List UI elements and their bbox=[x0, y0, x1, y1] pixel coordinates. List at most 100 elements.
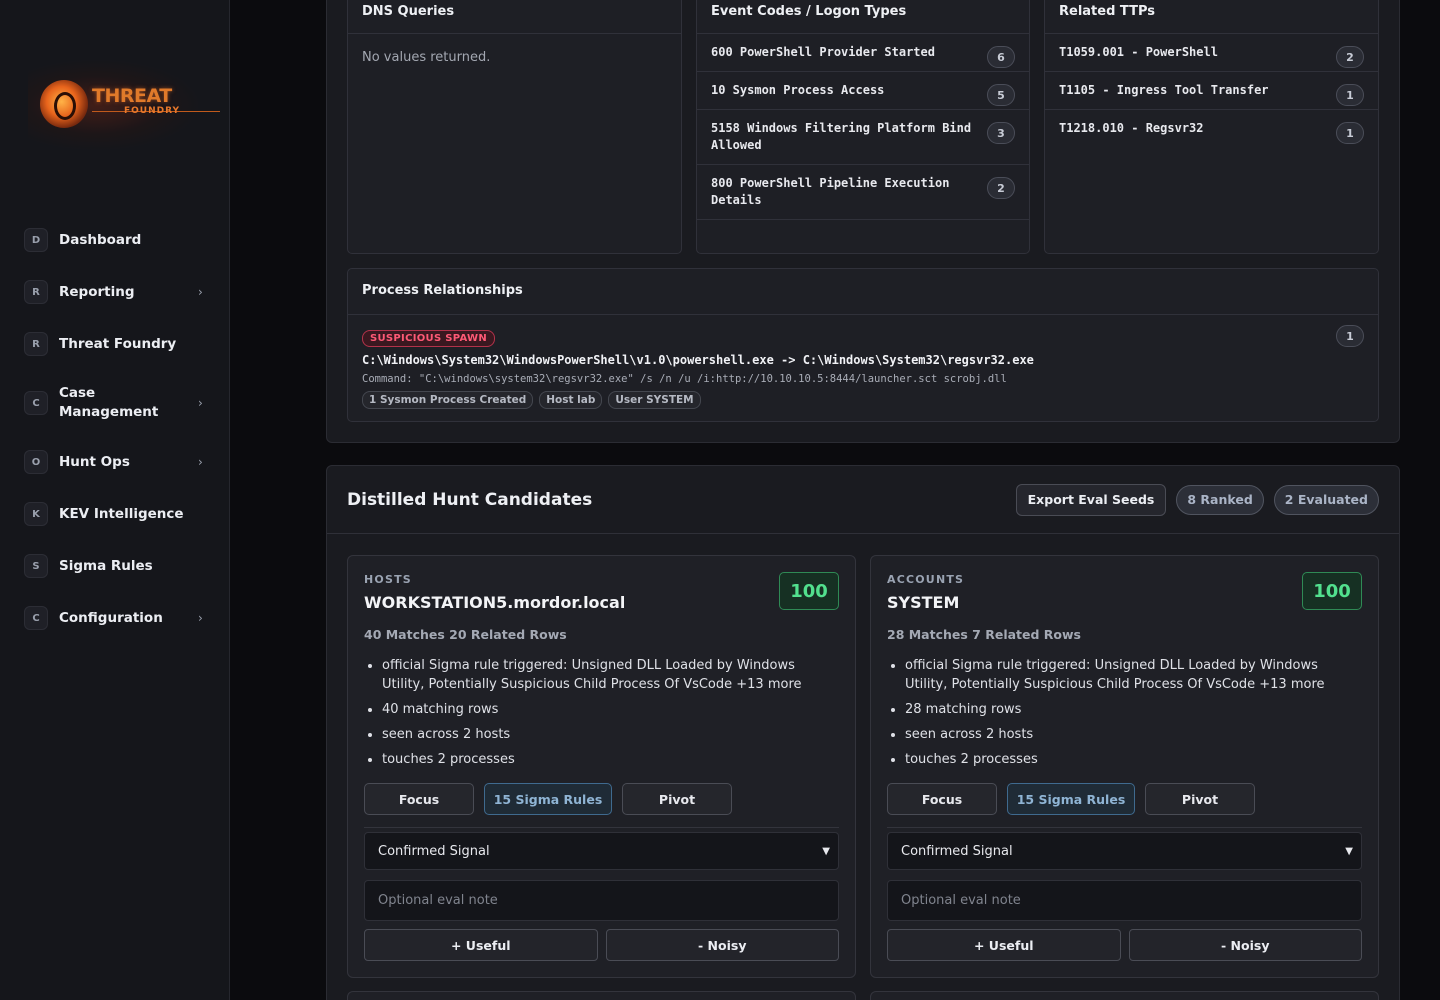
candidate-kind: HOSTS bbox=[364, 573, 412, 586]
divider bbox=[887, 827, 1362, 828]
candidate-meta: 28 Matches 7 Related Rows bbox=[887, 627, 1082, 642]
sidebar-item-label: Dashboard bbox=[59, 231, 142, 248]
select-value: Confirmed Signal bbox=[901, 843, 1013, 859]
flame-icon bbox=[40, 80, 88, 128]
reason-list: official Sigma rule triggered: Unsigned … bbox=[905, 656, 1345, 775]
candidate-kind: ACCOUNTS bbox=[887, 573, 965, 586]
list-item: seen across 2 hosts bbox=[382, 725, 822, 744]
empty-state-text: No values returned. bbox=[362, 50, 491, 65]
list-item: 28 matching rows bbox=[905, 700, 1345, 719]
candidate-meta: 40 Matches 20 Related Rows bbox=[364, 627, 567, 642]
sidebar-item-label: Hunt Ops bbox=[59, 453, 130, 470]
event-code-label: 5158 Windows Filtering Platform Bind All… bbox=[711, 121, 972, 152]
eval-note-input[interactable]: Optional eval note bbox=[887, 880, 1362, 921]
nav-badge: R bbox=[24, 280, 48, 304]
card-title: Related TTPs bbox=[1045, 0, 1378, 34]
count-badge: 1 bbox=[1336, 84, 1364, 106]
sidebar-item-sigma-rules[interactable]: S Sigma Rules bbox=[0, 540, 230, 592]
eval-verdict-select[interactable]: Confirmed Signal ▼ bbox=[887, 832, 1362, 870]
noisy-button[interactable]: - Noisy bbox=[605, 929, 839, 961]
count-badge: 5 bbox=[987, 84, 1015, 106]
sidebar-item-threat-foundry[interactable]: R Threat Foundry bbox=[0, 318, 230, 370]
reason-list: official Sigma rule triggered: Unsigned … bbox=[382, 656, 822, 775]
focus-button[interactable]: Focus bbox=[887, 783, 997, 815]
sidebar-item-dashboard[interactable]: D Dashboard bbox=[0, 214, 230, 266]
dns-queries-card: DNS Queries No values returned. bbox=[347, 0, 682, 254]
pivot-button[interactable]: Pivot bbox=[622, 783, 732, 815]
panel-header: Distilled Hunt Candidates Export Eval Se… bbox=[327, 466, 1399, 534]
list-item[interactable]: T1105 - Ingress Tool Transfer 1 bbox=[1045, 72, 1378, 110]
list-item[interactable]: 5158 Windows Filtering Platform Bind All… bbox=[697, 110, 1029, 165]
count-badge: 6 bbox=[987, 46, 1015, 68]
focus-button[interactable]: Focus bbox=[364, 783, 474, 815]
count-badge: 2 bbox=[987, 177, 1015, 199]
label-line: Management bbox=[59, 404, 159, 420]
nav-badge: S bbox=[24, 554, 48, 578]
eval-actions: + Useful - Noisy bbox=[364, 929, 839, 961]
related-ttps-card: Related TTPs T1059.001 - PowerShell 2 T1… bbox=[1044, 0, 1379, 254]
card-title: Process Relationships bbox=[348, 269, 1378, 315]
sidebar-item-kev-intelligence[interactable]: K KEV Intelligence bbox=[0, 488, 230, 540]
chevron-right-icon: › bbox=[198, 611, 203, 625]
sidebar-item-label: KEV Intelligence bbox=[59, 505, 184, 522]
nav-badge: R bbox=[24, 332, 48, 356]
sidebar-item-hunt-ops[interactable]: O Hunt Ops › bbox=[0, 436, 230, 488]
pivot-button[interactable]: Pivot bbox=[1145, 783, 1255, 815]
ranked-count-badge: 8 Ranked bbox=[1176, 484, 1264, 515]
hunt-candidate-card: ACCOUNTS SYSTEM 100 28 Matches 7 Related… bbox=[870, 555, 1379, 978]
chevron-right-icon: › bbox=[198, 455, 203, 469]
list-item: seen across 2 hosts bbox=[905, 725, 1345, 744]
nav-badge: D bbox=[24, 228, 48, 252]
tag-pill: Host lab bbox=[539, 391, 603, 409]
sidebar-item-label: Configuration bbox=[59, 609, 163, 626]
label-line: Case bbox=[59, 385, 96, 401]
list-item[interactable]: T1218.010 - Regsvr32 1 bbox=[1045, 110, 1378, 147]
useful-button[interactable]: + Useful bbox=[887, 929, 1121, 961]
list-item: official Sigma rule triggered: Unsigned … bbox=[905, 656, 1345, 694]
sidebar-item-case-management[interactable]: C Case Management › bbox=[0, 370, 230, 436]
list-item: official Sigma rule triggered: Unsigned … bbox=[382, 656, 822, 694]
sigma-rules-button[interactable]: 15 Sigma Rules bbox=[484, 783, 612, 815]
list-item: touches 2 processes bbox=[905, 750, 1345, 769]
process-relationship-row[interactable]: SUSPICIOUS SPAWN C:\Windows\System32\Win… bbox=[348, 315, 1378, 409]
process-command: Command: "C:\windows\system32\regsvr32.e… bbox=[362, 373, 1007, 385]
nav-badge: C bbox=[24, 391, 48, 415]
score-badge: 100 bbox=[779, 572, 839, 610]
count-badge: 1 bbox=[1336, 122, 1364, 144]
list-item[interactable]: 600 PowerShell Provider Started 6 bbox=[697, 34, 1029, 72]
eval-note-input[interactable]: Optional eval note bbox=[364, 880, 839, 921]
candidate-actions: Focus 15 Sigma Rules Pivot bbox=[887, 783, 1255, 815]
sigma-rules-button[interactable]: 15 Sigma Rules bbox=[1007, 783, 1135, 815]
nav-badge: C bbox=[24, 606, 48, 630]
sidebar-item-label: Reporting bbox=[59, 283, 135, 300]
sidebar-item-label: Threat Foundry bbox=[59, 335, 177, 352]
list-item[interactable]: 10 Sysmon Process Access 5 bbox=[697, 72, 1029, 110]
list-item: 40 matching rows bbox=[382, 700, 822, 719]
card-title: DNS Queries bbox=[348, 0, 681, 34]
panel-title: Distilled Hunt Candidates bbox=[347, 489, 593, 510]
chevron-down-icon: ▼ bbox=[822, 846, 830, 857]
eval-verdict-select[interactable]: Confirmed Signal ▼ bbox=[364, 832, 839, 870]
threat-foundry-logo[interactable]: THREAT FOUNDRY bbox=[28, 60, 220, 150]
candidate-name: SYSTEM bbox=[887, 593, 960, 612]
useful-button[interactable]: + Useful bbox=[364, 929, 598, 961]
divider bbox=[364, 827, 839, 828]
score-badge: 100 bbox=[1302, 572, 1362, 610]
sidebar-item-label: Sigma Rules bbox=[59, 557, 153, 574]
tag-pill: User SYSTEM bbox=[608, 391, 701, 409]
nav-badge: O bbox=[24, 450, 48, 474]
list-item: touches 2 processes bbox=[382, 750, 822, 769]
ttp-label: T1059.001 - PowerShell bbox=[1059, 45, 1218, 59]
list-item[interactable]: T1059.001 - PowerShell 2 bbox=[1045, 34, 1378, 72]
event-codes-card: Event Codes / Logon Types 600 PowerShell… bbox=[696, 0, 1030, 254]
suspicious-spawn-badge: SUSPICIOUS SPAWN bbox=[362, 330, 496, 347]
logo-text: THREAT bbox=[92, 85, 172, 107]
count-badge: 3 bbox=[987, 122, 1015, 144]
process-path: C:\Windows\System32\WindowsPowerShell\v1… bbox=[362, 353, 1034, 367]
noisy-button[interactable]: - Noisy bbox=[1128, 929, 1362, 961]
evaluated-count-badge: 2 Evaluated bbox=[1273, 484, 1379, 515]
sidebar-item-configuration[interactable]: C Configuration › bbox=[0, 592, 230, 644]
list-item[interactable]: 800 PowerShell Pipeline Execution Detail… bbox=[697, 165, 1029, 220]
sidebar-item-reporting[interactable]: R Reporting › bbox=[0, 266, 230, 318]
export-eval-seeds-button[interactable]: Export Eval Seeds bbox=[1015, 483, 1167, 516]
